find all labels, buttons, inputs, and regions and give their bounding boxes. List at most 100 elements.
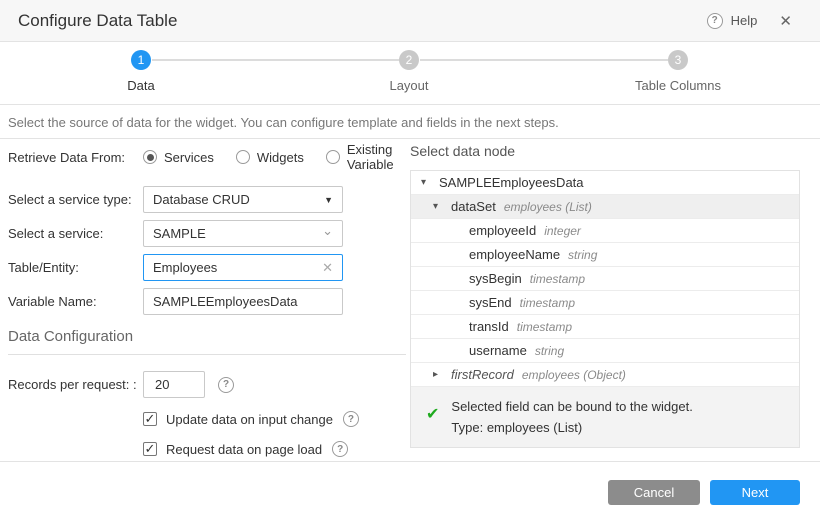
step-2-circle: 2 — [399, 50, 419, 70]
service-label: Select a service: — [8, 226, 104, 241]
table-entity-label: Table/Entity: — [8, 260, 79, 275]
bind-message-line1: Selected field can be bound to the widge… — [451, 399, 693, 414]
node-name: sysBegin — [469, 271, 522, 286]
checkbox-row-update-data-on-input-change: ✓ Update data on input change? — [143, 410, 406, 428]
service-type-value: Database CRUD — [153, 192, 250, 207]
clear-icon[interactable]: ✕ — [322, 260, 333, 276]
node-type: timestamp — [529, 271, 586, 286]
radio-dot — [146, 153, 154, 161]
node-name: username — [469, 343, 527, 358]
wizard-stepper: 1 Data 2 Layout 3 Table Columns — [0, 43, 820, 105]
tree-node-username[interactable]: username string — [411, 339, 799, 363]
caret-right-icon[interactable]: ▸ — [433, 369, 451, 380]
radio-existing-variable[interactable]: Existing Variable — [325, 142, 406, 172]
service-select[interactable]: SAMPLE ⌄ — [143, 220, 343, 247]
node-name: firstRecord — [451, 367, 514, 382]
node-name: employeeName — [469, 247, 561, 262]
variable-name-input[interactable] — [153, 294, 333, 309]
radio-icon[interactable] — [235, 150, 250, 164]
retrieve-data-row: Retrieve Data From: Services Widgets Exist… — [8, 142, 406, 172]
select-data-node-title: Select data node — [410, 143, 516, 159]
table-entity-input[interactable] — [153, 260, 319, 275]
step-3-label: Table Columns — [635, 78, 721, 93]
node-type: integer — [544, 223, 581, 238]
node-type: timestamp — [516, 319, 573, 334]
caret-down-icon[interactable]: ▾ — [421, 177, 439, 188]
green-check-icon: ✔ — [426, 406, 440, 423]
header-actions: ? Help ✕ — [706, 12, 792, 30]
help-icon[interactable]: ? — [706, 12, 723, 29]
records-help-icon[interactable]: ? — [218, 376, 234, 393]
checkbox-help-icon[interactable]: ? — [332, 441, 349, 457]
bind-message: ✔ Selected field can be bound to the widg… — [411, 387, 799, 447]
tree-node-employeeName[interactable]: employeeName string — [411, 243, 799, 267]
radio-widgets[interactable]: Widgets — [235, 149, 304, 165]
radio-label: Existing Variable — [346, 142, 394, 172]
dialog-footer: Cancel Next — [0, 461, 820, 521]
tree-node-employeeId[interactable]: employeeId integer — [411, 219, 799, 243]
tree-node-firstRecord[interactable]: ▸ firstRecord employees (Object) — [411, 363, 799, 387]
tree-node-dataSet[interactable]: ▾ dataSet employees (List) — [411, 195, 799, 219]
records-box — [143, 371, 205, 398]
data-node-tree: ▾ SAMPLEEmployeesData ▾ dataSet employees (L… — [410, 170, 800, 448]
service-row: Select a service: SAMPLE ⌄ — [8, 220, 406, 247]
records-per-request-input[interactable] — [153, 376, 195, 393]
select-data-node-panel: Select data node ▾ SAMPLEEmployeesData ▾ da… — [410, 143, 800, 448]
variable-name-row: Variable Name: — [8, 288, 406, 315]
node-name: employeeId — [469, 223, 537, 238]
data-configuration-title: Data Configuration — [8, 328, 134, 345]
service-type-select[interactable]: Database CRUD ▼ — [143, 186, 343, 213]
retrieve-data-label: Retrieve Data From: — [8, 149, 126, 165]
radio-label: Widgets — [256, 149, 304, 165]
checkbox-label: Update data on input change — [166, 411, 333, 427]
variable-name-box — [143, 288, 343, 315]
data-source-form: Retrieve Data From: Services Widgets Exist… — [8, 142, 406, 458]
checkbox-icon[interactable]: ✓ — [143, 412, 157, 426]
service-type-row: Select a service type: Database CRUD ▼ — [8, 186, 406, 213]
step-layout[interactable]: 2 Layout — [339, 50, 479, 93]
checkbox-help-icon[interactable]: ? — [342, 411, 359, 427]
footer-buttons: Cancel Next — [608, 480, 800, 505]
checkbox-label: Request data on page load — [166, 441, 323, 457]
description-bar: Select the source of data for the widget… — [0, 106, 820, 139]
radio-services[interactable]: Services — [143, 150, 214, 165]
radio-label: Services — [164, 149, 214, 165]
chevron-down-icon: ⌄ — [322, 222, 333, 238]
checkmark-icon: ✓ — [144, 410, 156, 426]
node-name: transId — [469, 319, 509, 334]
close-icon[interactable]: ✕ — [779, 12, 792, 30]
tree-node-SAMPLEEmployeesData[interactable]: ▾ SAMPLEEmployeesData — [411, 171, 799, 195]
node-name: sysEnd — [469, 295, 512, 310]
radio-icon[interactable] — [325, 150, 340, 164]
variable-name-label: Variable Name: — [8, 294, 97, 309]
records-per-request-label: Records per request: : — [8, 377, 137, 392]
bind-message-line2: Type: employees (List) — [451, 420, 583, 435]
description-text: Select the source of data for the widget… — [8, 114, 559, 130]
main-content: Retrieve Data From: Services Widgets Exist… — [0, 139, 820, 460]
cancel-button[interactable]: Cancel — [608, 480, 700, 505]
checkbox-icon[interactable]: ✓ — [143, 442, 157, 456]
step-table-columns[interactable]: 3 Table Columns — [608, 50, 748, 93]
checkbox-group: ✓ Update data on input change? ✓ Request da… — [8, 410, 406, 458]
service-value: SAMPLE — [153, 226, 206, 241]
radio-icon[interactable] — [143, 150, 157, 164]
bind-message-lines: Selected field can be bound to the widge… — [451, 396, 692, 438]
node-name: dataSet — [451, 199, 496, 214]
tree-node-sysEnd[interactable]: sysEnd timestamp — [411, 291, 799, 315]
checkbox-row-request-data-on-page-load: ✓ Request data on page load? — [143, 440, 406, 458]
node-type: timestamp — [519, 295, 575, 310]
step-data[interactable]: 1 Data — [71, 50, 211, 93]
node-type: string — [568, 247, 598, 262]
help-link[interactable]: Help — [731, 13, 758, 28]
tree-node-sysBegin[interactable]: sysBegin timestamp — [411, 267, 799, 291]
caret-down-icon[interactable]: ▾ — [433, 201, 451, 212]
table-entity-row: Table/Entity: ✕ — [8, 254, 406, 281]
next-button[interactable]: Next — [710, 480, 800, 505]
checkmark-icon: ✓ — [144, 440, 156, 456]
service-type-label: Select a service type: — [8, 192, 132, 207]
configure-data-table-dialog: Configure Data Table ? Help ✕ 1 Data 2 L… — [0, 0, 820, 521]
tree-node-transId[interactable]: transId timestamp — [411, 315, 799, 339]
node-name: SAMPLEEmployeesData — [439, 175, 584, 190]
dialog-header: Configure Data Table ? Help ✕ — [0, 0, 820, 42]
records-per-request-row: Records per request: : ? — [8, 371, 406, 398]
